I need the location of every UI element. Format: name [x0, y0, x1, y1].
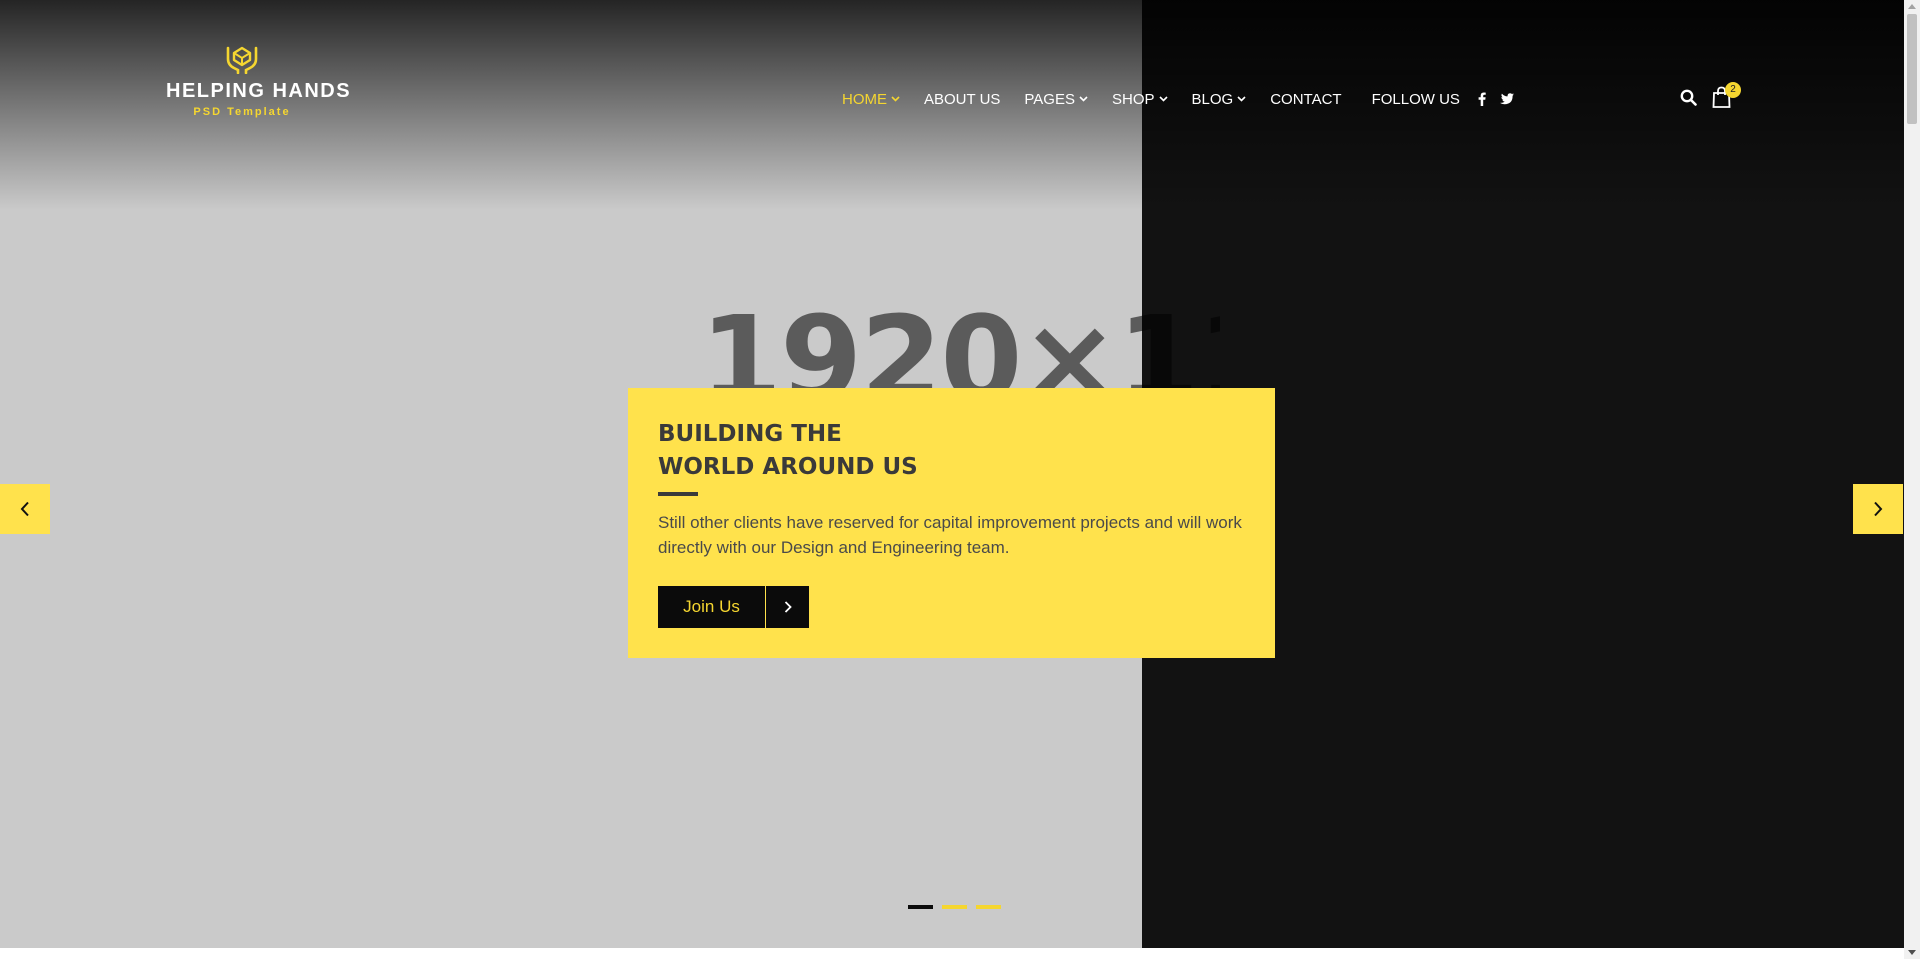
hero-title-line-1: BUILDING THE — [658, 421, 842, 447]
cart-count-badge: 2 — [1725, 82, 1741, 98]
hero-title-line-2: WORLD AROUND US — [658, 454, 918, 480]
twitter-icon[interactable] — [1499, 93, 1514, 105]
site-logo[interactable]: HELPING HANDS PSD Template — [166, 44, 352, 118]
hero-title: BUILDING THE WORLD AROUND US — [658, 418, 1238, 484]
hero-description: Still other clients have reserved for ca… — [658, 513, 1242, 557]
join-us-arrow — [766, 586, 809, 628]
nav-item-about-us[interactable]: ABOUT US — [924, 91, 1000, 108]
chevron-right-icon — [1874, 501, 1883, 517]
nav-item-contact[interactable]: CONTACT — [1270, 91, 1341, 108]
slider-dot-3[interactable] — [976, 905, 1001, 909]
chevron-down-icon — [1158, 96, 1168, 102]
join-us-label: Join Us — [658, 586, 765, 628]
nav-item-label: SHOP — [1111, 90, 1155, 108]
slider-prev-button[interactable] — [0, 484, 50, 534]
join-us-button[interactable]: Join Us — [658, 586, 809, 628]
nav-item-label: BLOG — [1191, 90, 1234, 108]
chevron-right-icon — [784, 601, 792, 613]
slider-pagination — [908, 905, 1010, 909]
chevron-down-icon — [1079, 96, 1088, 102]
hero-image-placeholder-text: 1920×1142 — [700, 300, 1220, 390]
slider-dot-2[interactable] — [942, 905, 967, 909]
nav-item-label: CONTACT — [1270, 90, 1342, 108]
nav-item-label: HOME — [842, 90, 887, 108]
nav-item-blog[interactable]: BLOG — [1192, 91, 1247, 108]
nav-item-shop[interactable]: SHOP — [1112, 91, 1168, 108]
nav-item-pages[interactable]: PAGES — [1024, 91, 1088, 108]
slider-next-button[interactable] — [1853, 484, 1903, 534]
logo-subtitle: PSD Template — [193, 106, 291, 118]
chevron-down-icon — [1237, 96, 1246, 102]
main-nav: HOME ABOUT US PAGES SHOP BLOG CONTACT FO… — [842, 88, 1528, 110]
chevron-down-icon — [891, 96, 900, 102]
nav-item-label: ABOUT US — [924, 90, 1001, 108]
search-icon[interactable] — [1680, 89, 1697, 111]
scroll-up-arrow-icon[interactable] — [1908, 4, 1916, 9]
title-underline — [658, 492, 698, 496]
nav-item-home[interactable]: HOME — [842, 91, 900, 108]
nav-item-label: PAGES — [1024, 90, 1075, 108]
facebook-icon[interactable] — [1478, 92, 1486, 106]
slider-dot-1[interactable] — [908, 905, 933, 909]
scrollbar-thumb[interactable] — [1907, 14, 1917, 124]
hero-card: BUILDING THE WORLD AROUND US Still other… — [628, 388, 1275, 658]
chevron-left-icon — [20, 501, 29, 517]
scroll-down-arrow-icon[interactable] — [1908, 950, 1916, 955]
helping-hands-logo-icon — [226, 46, 258, 74]
vertical-scrollbar[interactable] — [1904, 0, 1920, 959]
logo-title: HELPING HANDS — [166, 80, 352, 102]
follow-us-label: FOLLOW US — [1371, 90, 1460, 108]
page-bottom-edge — [0, 948, 1904, 959]
